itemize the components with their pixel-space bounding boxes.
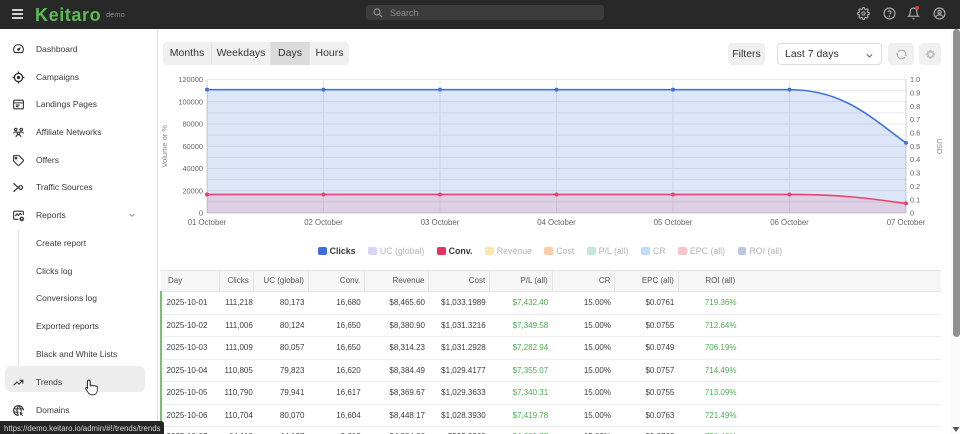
svg-text:05 October: 05 October [654,218,693,227]
svg-text:0.8: 0.8 [910,102,920,111]
svg-text:07 October: 07 October [887,218,926,227]
svg-text:0.3: 0.3 [910,169,920,178]
svg-text:0.4: 0.4 [910,155,920,164]
svg-text:20000: 20000 [182,186,203,195]
svg-text:0.5: 0.5 [910,142,920,151]
svg-text:120000: 120000 [178,75,203,84]
svg-text:0.9: 0.9 [910,88,920,97]
svg-text:USD: USD [935,138,944,154]
svg-text:0.2: 0.2 [910,182,920,191]
svg-text:04 October: 04 October [537,218,576,227]
svg-text:06 October: 06 October [770,218,809,227]
svg-text:0: 0 [199,209,203,218]
svg-text:02 October: 02 October [304,218,343,227]
svg-text:80000: 80000 [182,120,203,129]
svg-text:0: 0 [910,209,914,218]
svg-text:03 October: 03 October [421,218,460,227]
svg-text:60000: 60000 [182,142,203,151]
svg-text:0.6: 0.6 [910,129,920,138]
svg-text:100000: 100000 [178,97,203,106]
svg-text:01 October: 01 October [188,218,227,227]
svg-text:40000: 40000 [182,164,203,173]
svg-text:0.7: 0.7 [910,115,920,124]
svg-text:Volume or %: Volume or % [160,125,169,168]
svg-text:0.1: 0.1 [910,195,920,204]
svg-text:1.0: 1.0 [910,75,920,84]
